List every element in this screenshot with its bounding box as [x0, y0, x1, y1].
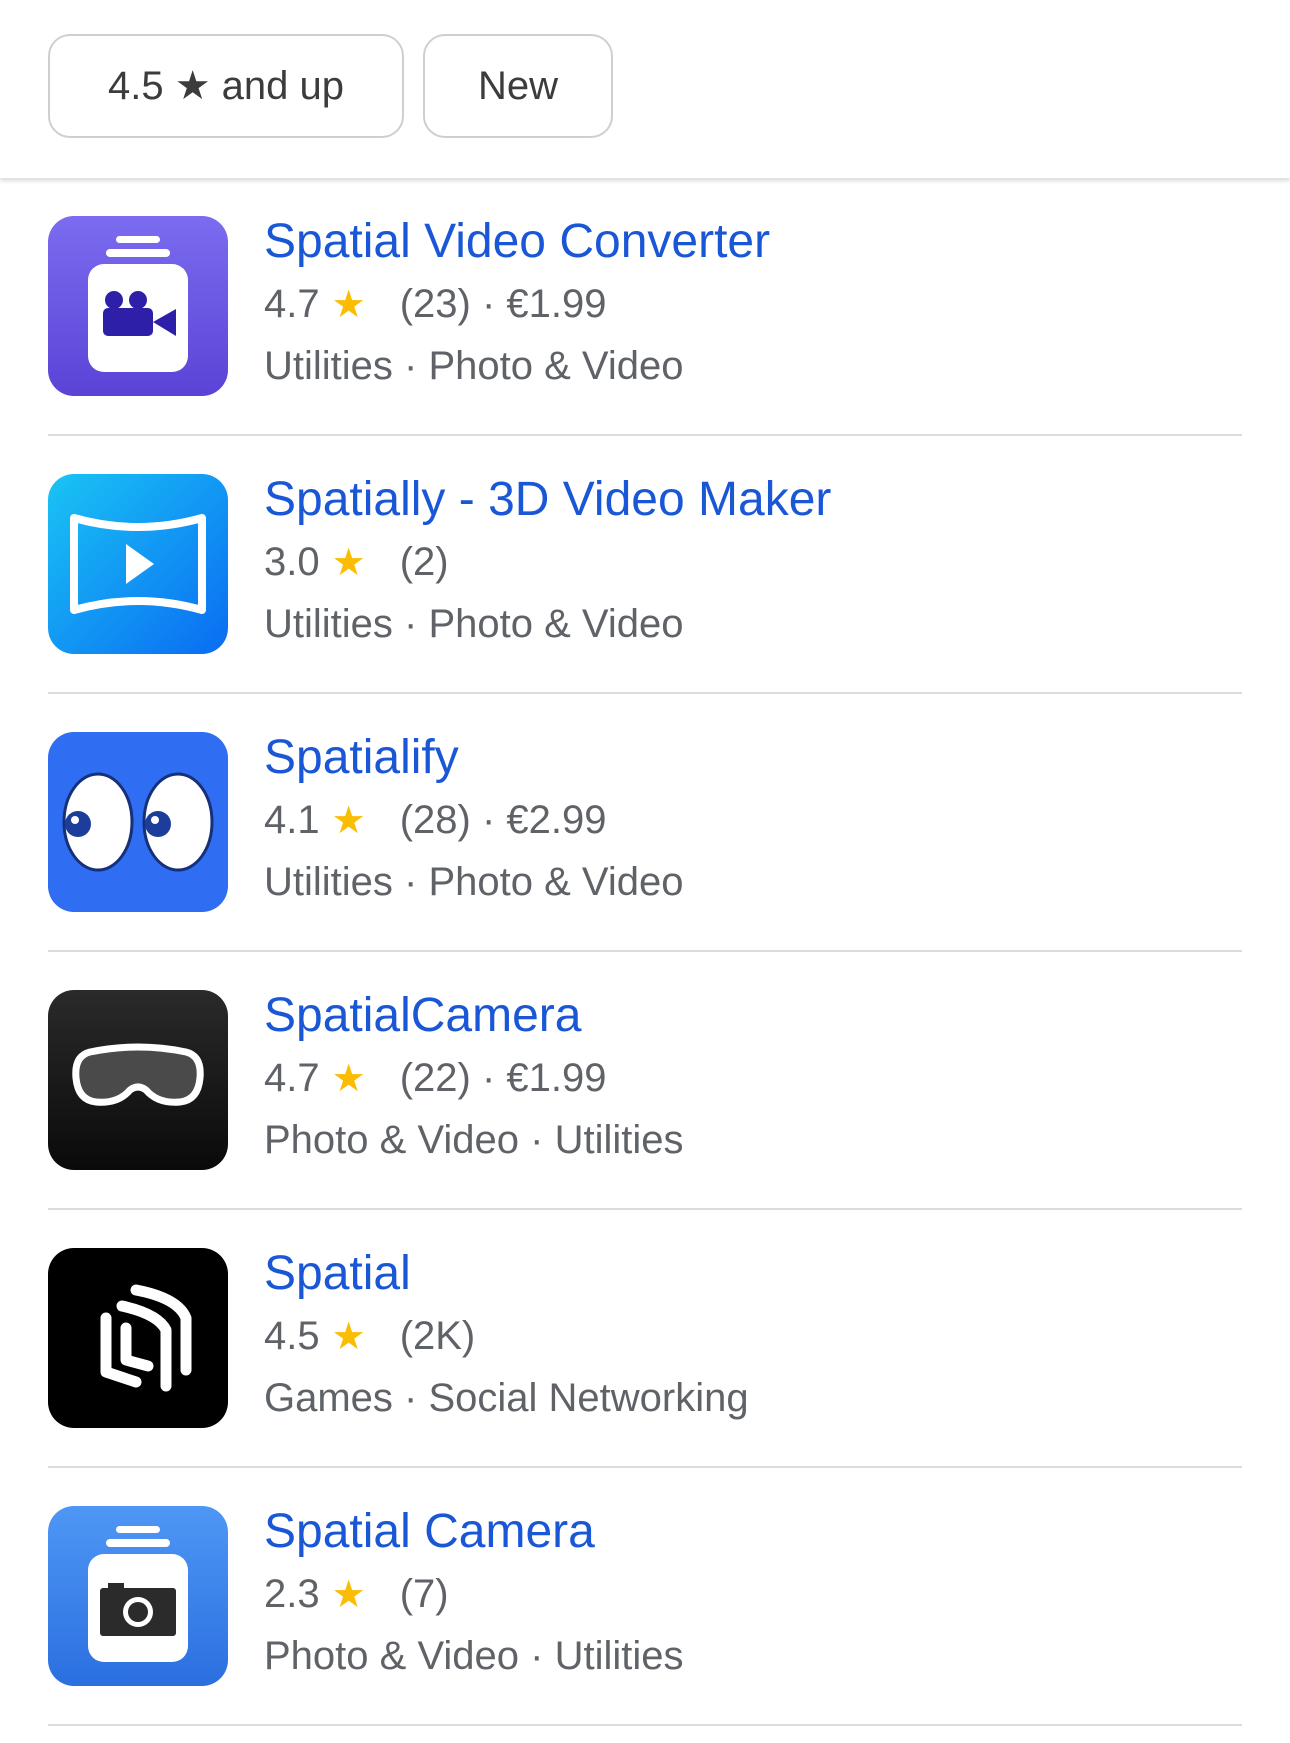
meta-separator: · [470, 1056, 507, 1100]
star-icon: ★ [331, 542, 366, 584]
review-count: (2K) [399, 1314, 476, 1358]
meta-separator: · [470, 798, 507, 842]
app-price: €1.99 [506, 282, 607, 326]
app-result-item[interactable]: SpatialCamera 4.7 ★ (22) · €1.99 Photo &… [0, 952, 1290, 1210]
app-price: €1.99 [506, 1056, 607, 1100]
review-count: (7) [399, 1572, 449, 1616]
eyes-icon[interactable] [48, 732, 228, 912]
star-icon: ★ [331, 1058, 366, 1100]
meta-separator: · [470, 282, 507, 326]
video-camera-icon[interactable] [48, 216, 228, 396]
headset-icon[interactable] [48, 990, 228, 1170]
rating-value: 4.5 [264, 1314, 320, 1358]
app-rating-row: 4.7 ★ (23) · €1.99 [264, 282, 606, 327]
app-title[interactable]: Spatial Video Converter [264, 214, 770, 269]
app-price: €2.99 [506, 798, 607, 842]
app-result-item[interactable]: Spatial 4.5 ★ (2K) Games · Social Networ… [0, 1210, 1290, 1468]
app-title[interactable]: Spatial [264, 1246, 411, 1301]
divider [48, 1724, 1242, 1726]
star-icon: ★ [331, 1316, 366, 1358]
app-categories: Utilities · Photo & Video [264, 344, 684, 388]
panorama-play-icon[interactable] [48, 474, 228, 654]
app-rating-row: 4.1 ★ (28) · €2.99 [264, 798, 606, 843]
app-categories: Photo & Video · Utilities [264, 1118, 684, 1162]
rating-value: 4.1 [264, 798, 320, 842]
app-title[interactable]: Spatialify [264, 730, 459, 785]
rating-filter-chip[interactable]: 4.5 ★ and up [48, 34, 404, 138]
spatial-logo-icon[interactable] [48, 1248, 228, 1428]
app-rating-row: 4.5 ★ (2K) [264, 1314, 475, 1359]
review-count: (23) [399, 282, 471, 326]
review-count: (28) [399, 798, 471, 842]
rating-value: 4.7 [264, 1056, 320, 1100]
app-result-item[interactable]: Spatialify 4.1 ★ (28) · €2.99 Utilities … [0, 694, 1290, 952]
review-count: (2) [399, 540, 449, 584]
app-categories: Utilities · Photo & Video [264, 860, 684, 904]
review-count: (22) [399, 1056, 471, 1100]
app-categories: Games · Social Networking [264, 1376, 749, 1420]
app-categories: Photo & Video · Utilities [264, 1634, 684, 1678]
rating-value: 3.0 [264, 540, 320, 584]
app-categories: Utilities · Photo & Video [264, 602, 684, 646]
app-result-item[interactable]: Spatial Video Converter 4.7 ★ (23) · €1.… [0, 178, 1290, 436]
star-icon: ★ [331, 1574, 366, 1616]
app-rating-row: 2.3 ★ (7) [264, 1572, 449, 1617]
app-title[interactable]: Spatially - 3D Video Maker [264, 472, 831, 527]
app-rating-row: 3.0 ★ (2) [264, 540, 449, 585]
rating-value: 2.3 [264, 1572, 320, 1616]
new-filter-chip[interactable]: New [423, 34, 613, 138]
app-rating-row: 4.7 ★ (22) · €1.99 [264, 1056, 606, 1101]
filter-chip-bar: 4.5 ★ and up New [0, 0, 1290, 178]
rating-value: 4.7 [264, 282, 320, 326]
star-icon: ★ [331, 284, 366, 326]
app-result-item[interactable]: Spatially - 3D Video Maker 3.0 ★ (2) Uti… [0, 436, 1290, 694]
app-title[interactable]: SpatialCamera [264, 988, 581, 1043]
app-title[interactable]: Spatial Camera [264, 1504, 595, 1559]
app-result-item[interactable]: Spatial Camera 2.3 ★ (7) Photo & Video ·… [0, 1468, 1290, 1726]
star-icon: ★ [331, 800, 366, 842]
photo-camera-icon[interactable] [48, 1506, 228, 1686]
